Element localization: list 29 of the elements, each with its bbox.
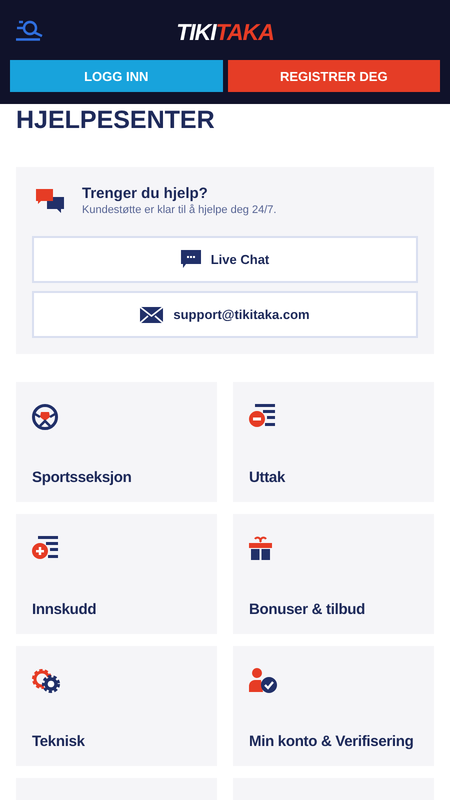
category-card[interactable]: Teknisk [16,646,217,766]
chat-icon [180,250,201,269]
category-label: Teknisk [32,733,85,750]
ball-icon [32,404,58,430]
category-card[interactable]: Innskudd [16,514,217,634]
page-title: HJELPESENTER [15,105,216,136]
category-label: Innskudd [32,601,96,618]
category-label: Bonuser & tilbud [249,601,366,618]
search-menu-icon[interactable] [16,19,43,41]
gears-icon [32,668,61,694]
plus-list-icon [32,536,58,560]
category-label: Uttak [249,469,286,486]
category-card[interactable]: Bonuser & tilbud [233,514,434,634]
category-card[interactable]: Sportsseksjon [16,382,217,502]
category-card[interactable]: Uttak [233,382,434,502]
category-card[interactable]: Min konto & Verifisering [233,646,434,766]
email-button[interactable]: support@tikitaka.com [32,291,418,338]
help-heading: Trenger du hjelp? [82,185,209,202]
chat-bubbles-icon [36,189,64,213]
live-chat-button[interactable]: Live Chat [32,236,418,283]
gift-icon [249,536,272,560]
category-label: Min konto & Verifisering [249,733,414,750]
user-check-icon [249,668,277,693]
category-label: Sportsseksjon [32,469,132,486]
envelope-icon [140,306,164,322]
help-subtitle: Kundestøtte er klar til å hjelpe deg 24/7. [82,204,276,216]
minus-list-icon [249,404,275,428]
register-button[interactable]: REGISTRER DEG [228,60,440,92]
logo[interactable]: TIKITAKA [176,19,274,46]
